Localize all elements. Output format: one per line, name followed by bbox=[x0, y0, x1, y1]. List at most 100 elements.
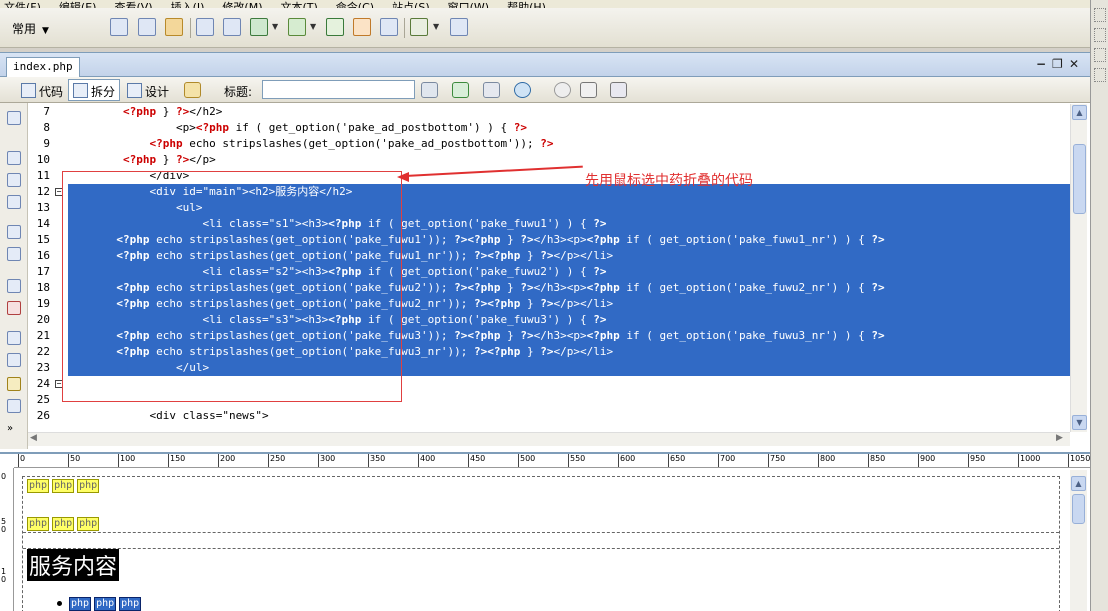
design-view-label: 设计 bbox=[145, 85, 170, 99]
server-side-include-icon[interactable] bbox=[353, 18, 371, 36]
code-line[interactable]: 7 <?php } ?></h2> bbox=[28, 104, 1070, 120]
code-text: <?php } ?></h2> bbox=[122, 105, 223, 118]
panel-grip[interactable] bbox=[1094, 68, 1106, 82]
panel-grip[interactable] bbox=[1094, 48, 1106, 62]
ruler-tick: 700 bbox=[718, 454, 735, 467]
code-line[interactable]: 22 <?php echo stripslashes(get_option('p… bbox=[28, 344, 1070, 360]
code-line[interactable]: 10 <?php } ?></p> bbox=[28, 152, 1070, 168]
php-badge[interactable]: php bbox=[27, 479, 50, 493]
image-icon[interactable] bbox=[250, 18, 268, 36]
design-view-button[interactable]: 设计 bbox=[122, 79, 174, 101]
highlight-invalid-code-icon[interactable] bbox=[7, 301, 21, 315]
globe-icon[interactable] bbox=[514, 82, 531, 98]
preview-in-browser-icon[interactable] bbox=[452, 82, 469, 98]
balance-braces-icon[interactable] bbox=[7, 247, 21, 261]
view-options-icon[interactable] bbox=[580, 82, 597, 98]
fold-toggle-icon[interactable]: − bbox=[55, 380, 63, 388]
email-link-icon[interactable] bbox=[138, 18, 156, 36]
scroll-up-icon[interactable]: ▲ bbox=[1071, 476, 1086, 491]
scroll-left-icon[interactable]: ◀ bbox=[30, 433, 37, 443]
service-heading[interactable]: 服务内容 bbox=[27, 549, 120, 581]
wrap-tag-icon[interactable] bbox=[7, 377, 21, 391]
code-line[interactable]: 14 <li class="s1"><h3><?php if ( get_opt… bbox=[28, 216, 1070, 232]
code-line[interactable]: 26 <div class="news"> bbox=[28, 408, 1070, 424]
templates-icon[interactable] bbox=[450, 18, 468, 36]
scroll-thumb[interactable] bbox=[1073, 144, 1086, 214]
insert-category-dropdown[interactable]: 常用 ▼ bbox=[12, 20, 49, 37]
scroll-down-icon[interactable]: ▼ bbox=[1072, 415, 1087, 430]
chevron-down-icon[interactable]: ▼ bbox=[310, 22, 316, 31]
fold-toggle-icon[interactable]: − bbox=[55, 188, 63, 196]
more-tools-icon[interactable]: » bbox=[7, 423, 21, 437]
code-line[interactable]: 17 <li class="s2"><h3><?php if ( get_opt… bbox=[28, 264, 1070, 280]
design-vertical-scrollbar[interactable]: ▲ bbox=[1070, 470, 1087, 611]
code-line[interactable]: 16 <?php echo stripslashes(get_option('p… bbox=[28, 248, 1070, 264]
div-icon[interactable] bbox=[223, 18, 241, 36]
vertical-ruler: 0 5 0 1 0 bbox=[0, 468, 14, 611]
file-management-icon[interactable] bbox=[421, 82, 438, 98]
php-badge[interactable]: php bbox=[69, 597, 92, 611]
code-line[interactable]: 8 <p><?php if ( get_option('pake_ad_post… bbox=[28, 120, 1070, 136]
code-line[interactable]: 19 <?php echo stripslashes(get_option('p… bbox=[28, 296, 1070, 312]
expand-all-icon[interactable] bbox=[7, 195, 21, 209]
close-icon[interactable]: ✕ bbox=[1069, 57, 1079, 71]
code-line[interactable]: 21 <?php echo stripslashes(get_option('p… bbox=[28, 328, 1070, 344]
table-icon[interactable] bbox=[196, 18, 214, 36]
date-icon[interactable] bbox=[326, 18, 344, 36]
code-vertical-scrollbar[interactable]: ▲ ▼ bbox=[1070, 104, 1087, 432]
recent-snippets-icon[interactable] bbox=[7, 399, 21, 413]
code-line[interactable]: 13 <ul> bbox=[28, 200, 1070, 216]
ruler-tick: 250 bbox=[268, 454, 285, 467]
design-canvas[interactable]: php php php php php php 服务内容 php php php bbox=[22, 476, 1060, 611]
scroll-thumb[interactable] bbox=[1072, 494, 1085, 524]
code-horizontal-scrollbar[interactable]: ◀ ▶ bbox=[28, 432, 1070, 446]
minimize-icon[interactable]: − bbox=[1036, 57, 1046, 71]
php-badge[interactable]: php bbox=[77, 479, 100, 493]
ruler-tick: 750 bbox=[768, 454, 785, 467]
visual-aids-icon[interactable] bbox=[610, 82, 627, 98]
restore-icon[interactable]: ❐ bbox=[1052, 57, 1063, 71]
chevron-down-icon[interactable]: ▼ bbox=[272, 22, 278, 31]
collapse-full-tag-icon[interactable] bbox=[7, 151, 21, 165]
php-badge[interactable]: php bbox=[52, 517, 75, 531]
comment-icon[interactable] bbox=[380, 18, 398, 36]
chevron-down-icon[interactable]: ▼ bbox=[433, 22, 439, 31]
collapse-selection-icon[interactable] bbox=[7, 173, 21, 187]
php-badge[interactable]: php bbox=[52, 479, 75, 493]
php-badge[interactable]: php bbox=[94, 597, 117, 611]
line-numbers-icon[interactable] bbox=[7, 279, 21, 293]
code-line[interactable]: 23 </ul> bbox=[28, 360, 1070, 376]
code-line[interactable]: 11 </div> bbox=[28, 168, 1070, 184]
code-line[interactable]: 25 bbox=[28, 392, 1070, 408]
code-text: <?php } ?></p> bbox=[122, 153, 216, 166]
media-icon[interactable] bbox=[288, 18, 306, 36]
live-code-icon[interactable] bbox=[184, 82, 201, 98]
apply-comment-icon[interactable] bbox=[7, 331, 21, 345]
code-line[interactable]: 20 <li class="s3"><h3><?php if ( get_opt… bbox=[28, 312, 1070, 328]
open-documents-icon[interactable] bbox=[7, 111, 21, 125]
title-input[interactable] bbox=[262, 80, 415, 99]
panel-grip[interactable] bbox=[1094, 8, 1106, 22]
code-line[interactable]: 12− <div id="main"><h2>服务内容</h2> bbox=[28, 184, 1070, 200]
select-parent-tag-icon[interactable] bbox=[7, 225, 21, 239]
debug-icon[interactable] bbox=[483, 82, 500, 98]
php-badge[interactable]: php bbox=[119, 597, 142, 611]
scroll-right-icon[interactable]: ▶ bbox=[1056, 433, 1063, 443]
code-view-button[interactable]: 代码 bbox=[16, 79, 68, 101]
head-icon[interactable] bbox=[410, 18, 428, 36]
php-badge[interactable]: php bbox=[27, 517, 50, 531]
document-tab[interactable]: index.php bbox=[6, 57, 80, 77]
code-line[interactable]: 18 <?php echo stripslashes(get_option('p… bbox=[28, 280, 1070, 296]
code-editor[interactable]: 7 <?php } ?></h2> 8 <p><?php if ( get_opt… bbox=[28, 104, 1070, 432]
code-line[interactable]: 9 <?php echo stripslashes(get_option('pa… bbox=[28, 136, 1070, 152]
php-badge[interactable]: php bbox=[77, 517, 100, 531]
refresh-icon[interactable] bbox=[554, 82, 571, 98]
code-line[interactable]: 24− </div> bbox=[28, 376, 1070, 392]
hyperlink-icon[interactable] bbox=[110, 18, 128, 36]
code-line[interactable]: 15 <?php echo stripslashes(get_option('p… bbox=[28, 232, 1070, 248]
scroll-up-icon[interactable]: ▲ bbox=[1072, 105, 1087, 120]
remove-comment-icon[interactable] bbox=[7, 353, 21, 367]
named-anchor-icon[interactable] bbox=[165, 18, 183, 36]
split-view-button[interactable]: 拆分 bbox=[68, 79, 121, 101]
panel-grip[interactable] bbox=[1094, 28, 1106, 42]
